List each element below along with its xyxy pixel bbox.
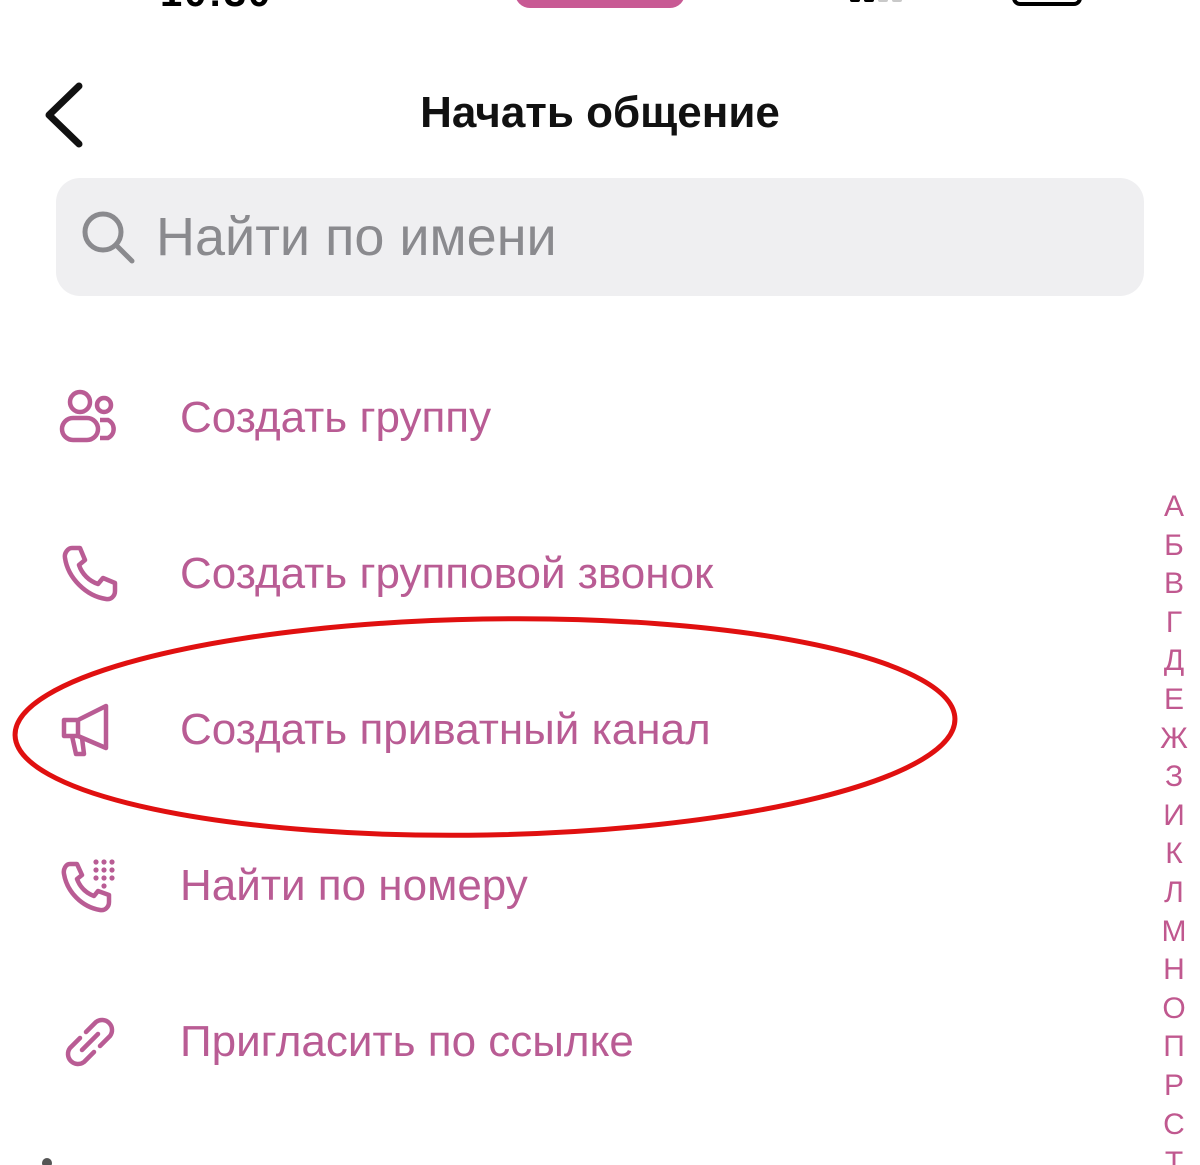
battery-icon [1012,0,1082,6]
index-letter[interactable]: К [1165,835,1182,874]
dialpad-phone-icon [61,859,115,913]
index-letter[interactable]: А [1164,488,1184,527]
index-letter[interactable]: Е [1164,681,1184,720]
index-letter[interactable]: Г [1166,604,1182,643]
link-icon [65,1017,115,1067]
megaphone-icon [61,703,109,757]
action-label: Создать групповой звонок [180,549,714,598]
action-label: Найти по номеру [180,861,528,910]
alphabet-index[interactable]: А Б В Г Д Е Ж З И К Л М Н О П Р С Т [1154,488,1194,1165]
list-item-fragment [42,1158,52,1165]
invite-by-link-button[interactable]: Пригласить по ссылке [0,964,1140,1120]
search-icon [82,211,135,264]
action-label: Создать приватный канал [180,705,711,754]
index-letter[interactable]: Ж [1160,720,1188,759]
phone-icon [62,545,118,602]
signal-icon [850,0,910,2]
index-letter[interactable]: Б [1164,527,1184,566]
create-group-button[interactable]: Создать группу [0,340,1140,496]
header: Начать общение [0,60,1200,170]
people-icon [59,389,116,443]
index-letter[interactable]: С [1163,1106,1185,1145]
index-letter[interactable]: П [1163,1028,1185,1067]
index-letter[interactable]: Л [1164,874,1184,913]
dynamic-island-pill [515,0,685,8]
create-private-channel-button[interactable]: Создать приватный канал [0,652,1140,808]
index-letter[interactable]: О [1162,990,1185,1029]
action-label: Создать группу [180,393,492,442]
index-letter[interactable]: Д [1164,642,1184,681]
search-bar[interactable] [56,178,1144,296]
action-label: Пригласить по ссылке [180,1017,634,1066]
create-group-call-button[interactable]: Создать групповой звонок [0,496,1140,652]
start-chat-screen: 10:30 Начать общение [0,0,1200,1165]
search-input[interactable] [156,197,1056,277]
index-letter[interactable]: М [1162,913,1187,952]
action-list: Создать группу Создать групповой звонок … [0,340,1140,1120]
index-letter[interactable]: З [1165,758,1183,797]
index-letter[interactable]: Р [1164,1067,1184,1106]
index-letter[interactable]: Т [1165,1144,1183,1165]
index-letter[interactable]: В [1164,565,1184,604]
page-title: Начать общение [420,88,780,137]
index-letter[interactable]: Н [1163,951,1185,990]
index-letter[interactable]: И [1163,797,1185,836]
find-by-number-button[interactable]: Найти по номеру [0,808,1140,964]
status-time: 10:30 [160,0,290,13]
